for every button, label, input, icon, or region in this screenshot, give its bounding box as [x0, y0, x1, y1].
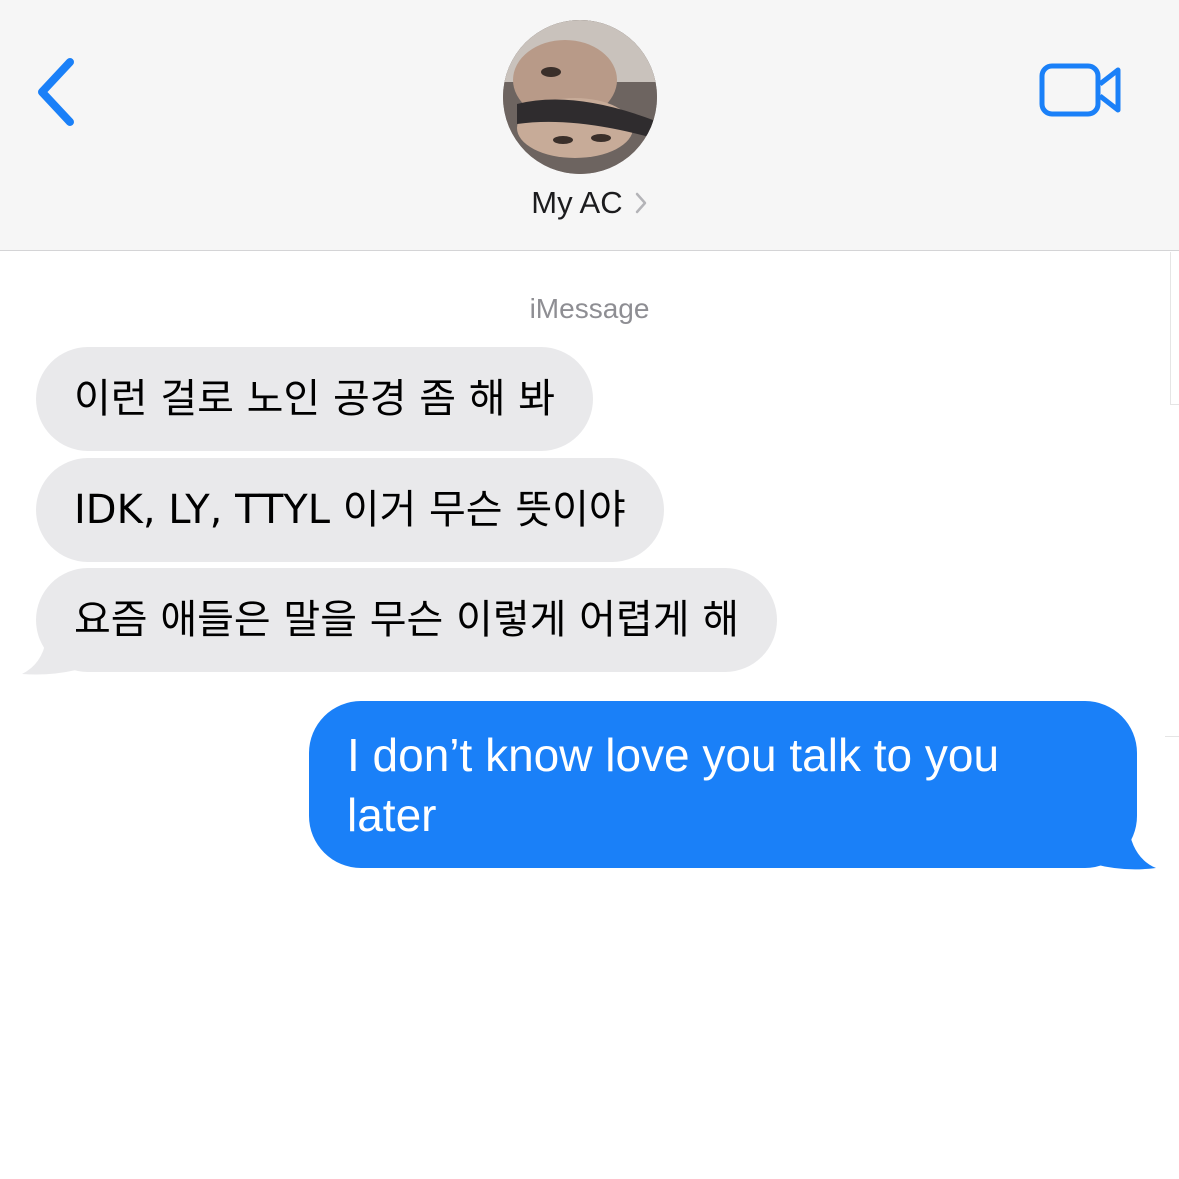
incoming-message[interactable]: 요즘 애들은 말을 무슨 이렇게 어렵게 해 — [36, 568, 778, 672]
chevron-left-icon — [38, 58, 74, 126]
chevron-right-icon — [635, 192, 646, 214]
contact-name-button[interactable]: My AC — [0, 185, 1179, 221]
video-camera-icon — [1039, 63, 1121, 117]
panel-edge-divider — [1165, 736, 1179, 737]
contact-avatar[interactable] — [503, 20, 657, 174]
service-label: iMessage — [529, 293, 650, 324]
back-button[interactable] — [26, 54, 90, 130]
panel-edge — [1170, 252, 1179, 405]
incoming-message[interactable]: 이런 걸로 노인 공경 좀 해 봐 — [36, 347, 594, 451]
contact-photo — [503, 20, 657, 174]
contact-name: My AC — [531, 185, 623, 220]
outgoing-bubble-tail — [1094, 824, 1156, 870]
outgoing-message[interactable]: I don’t know love you talk to you later — [309, 701, 1137, 868]
messages-screen: My AC iMessage 이런 걸로 노인 공경 좀 해 봐 IDK, LY… — [0, 0, 1179, 1179]
incoming-bubble-tail — [22, 630, 76, 675]
facetime-video-button[interactable] — [1038, 62, 1124, 118]
incoming-message[interactable]: IDK, LY, TTYL 이거 무슨 뜻이야 — [36, 458, 664, 562]
conversation-header: My AC — [0, 0, 1179, 251]
